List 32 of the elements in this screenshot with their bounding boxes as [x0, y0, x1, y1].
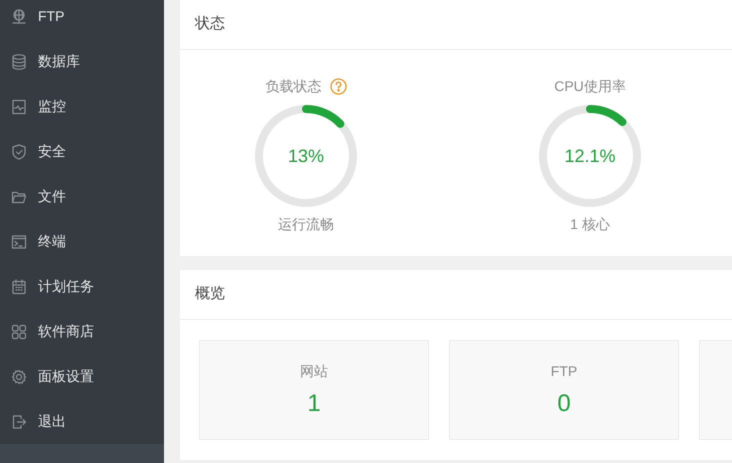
tile-label: FTP	[550, 362, 578, 381]
monitor-icon	[10, 98, 28, 116]
globe-icon	[10, 8, 28, 26]
sidebar-item[interactable]: 文件	[0, 174, 164, 219]
logout-icon	[10, 412, 28, 430]
gauge-caption: 运行流畅	[278, 215, 334, 234]
settings-icon	[10, 368, 28, 386]
tile-count: 0	[557, 389, 571, 419]
database-icon	[10, 52, 28, 70]
sidebar-item[interactable]: 安全	[0, 129, 164, 174]
gauge-value: 12.1%	[563, 145, 617, 168]
sidebar-item[interactable]: 计划任务	[0, 264, 164, 309]
gauge-value: 13%	[286, 145, 326, 168]
sidebar-item[interactable]: 退出	[0, 399, 164, 444]
help-icon[interactable]	[330, 78, 346, 94]
sidebar-item[interactable]: FTP	[0, 0, 164, 39]
gauge-title: 负载状态	[266, 76, 322, 96]
tile-count: 1	[307, 389, 321, 419]
sidebar-item[interactable]: 终端	[0, 219, 164, 264]
tile-label: 网站	[300, 362, 328, 381]
shield-icon	[10, 142, 28, 160]
sidebar-item[interactable]: 面板设置	[0, 354, 164, 399]
section-title: 状态	[195, 14, 225, 34]
gauge-title: CPU使用率	[554, 76, 626, 96]
sidebar-item[interactable]: 监控	[0, 84, 164, 129]
gauge-caption: 1 核心	[570, 215, 610, 234]
grid-icon	[10, 322, 28, 340]
terminal-icon	[10, 232, 28, 250]
calendar-icon	[10, 278, 28, 296]
sidebar-item[interactable]: 数据库	[0, 39, 164, 84]
section-title: 概览	[195, 284, 225, 304]
sidebar-item[interactable]: 软件商店	[0, 309, 164, 354]
